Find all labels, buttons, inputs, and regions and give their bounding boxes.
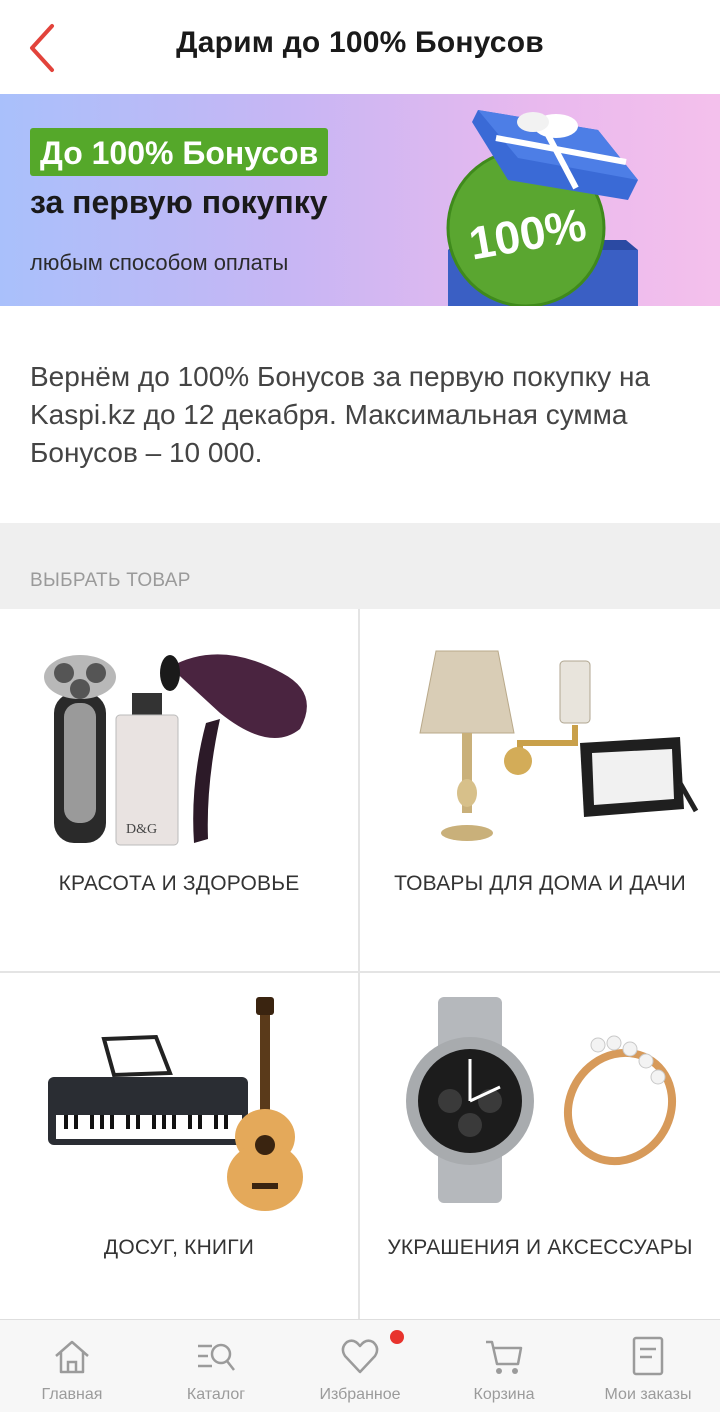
section-title: ВЫБРАТЬ ТОВАР xyxy=(30,570,191,591)
promo-description: Вернём до 100% Бонусов за первую покупку… xyxy=(30,361,650,468)
category-label: ДОСУГ, КНИГИ xyxy=(103,1236,255,1259)
promo-subline: любым способом оплаты xyxy=(30,250,289,275)
tab-label: Мои заказы xyxy=(604,1386,692,1403)
category-label: УКРАШЕНИЯ И АКСЕССУАРЫ xyxy=(387,1236,693,1259)
category-grid: D&G КРАСОТА И ЗДОРОВЬЕ ТОВАРЫ ДЛЯ ДОМА И… xyxy=(0,609,720,1319)
cart-icon xyxy=(486,1340,523,1374)
orders-icon xyxy=(632,1336,664,1376)
page-title: Дарим до 100% Бонусов xyxy=(176,26,544,59)
section-header xyxy=(0,523,720,609)
heart-icon xyxy=(341,1339,379,1374)
category-leisure-books[interactable]: ДОСУГ, КНИГИ xyxy=(0,973,358,1319)
gift-box-icon: 100% xyxy=(446,110,638,306)
tab-label: Избранное xyxy=(319,1386,401,1403)
catalog-search-icon xyxy=(198,1343,235,1371)
category-label: ТОВАРЫ ДЛЯ ДОМА И ДАЧИ xyxy=(394,872,686,895)
tab-orders[interactable]: Мои заказы xyxy=(576,1320,720,1412)
promo-banner[interactable]: До 100% Бонусов за первую покупку любым … xyxy=(0,94,720,306)
category-beauty-health[interactable]: D&G КРАСОТА И ЗДОРОВЬЕ xyxy=(0,609,358,971)
favorites-notification-badge xyxy=(390,1330,404,1344)
leisure-products-image xyxy=(48,997,303,1211)
promo-badge: До 100% Бонусов xyxy=(30,128,329,176)
bottom-tab-bar: Главная Каталог Избранное Корзина Мои за… xyxy=(0,1319,720,1412)
top-bar: Дарим до 100% Бонусов xyxy=(0,0,720,94)
tab-cart[interactable]: Корзина xyxy=(432,1320,576,1412)
tab-label: Каталог xyxy=(186,1386,246,1403)
promo-headline: за первую покупку xyxy=(30,184,328,220)
home-products-image xyxy=(419,650,699,841)
tab-label: Главная xyxy=(41,1386,103,1403)
category-home-garden[interactable]: ТОВАРЫ ДЛЯ ДОМА И ДАЧИ xyxy=(360,609,720,971)
tab-home[interactable]: Главная xyxy=(0,1320,144,1412)
home-icon xyxy=(55,1340,89,1374)
tab-label: Корзина xyxy=(473,1386,535,1403)
category-jewelry-accessories[interactable]: УКРАШЕНИЯ И АКСЕССУАРЫ xyxy=(360,973,720,1319)
svg-text:D&G: D&G xyxy=(126,822,157,837)
jewelry-products-image xyxy=(406,997,677,1203)
tab-catalog[interactable]: Каталог xyxy=(144,1320,288,1412)
tab-favorites[interactable]: Избранное xyxy=(288,1320,432,1412)
category-label: КРАСОТА И ЗДОРОВЬЕ xyxy=(58,872,300,895)
beauty-products-image: D&G xyxy=(44,654,307,846)
